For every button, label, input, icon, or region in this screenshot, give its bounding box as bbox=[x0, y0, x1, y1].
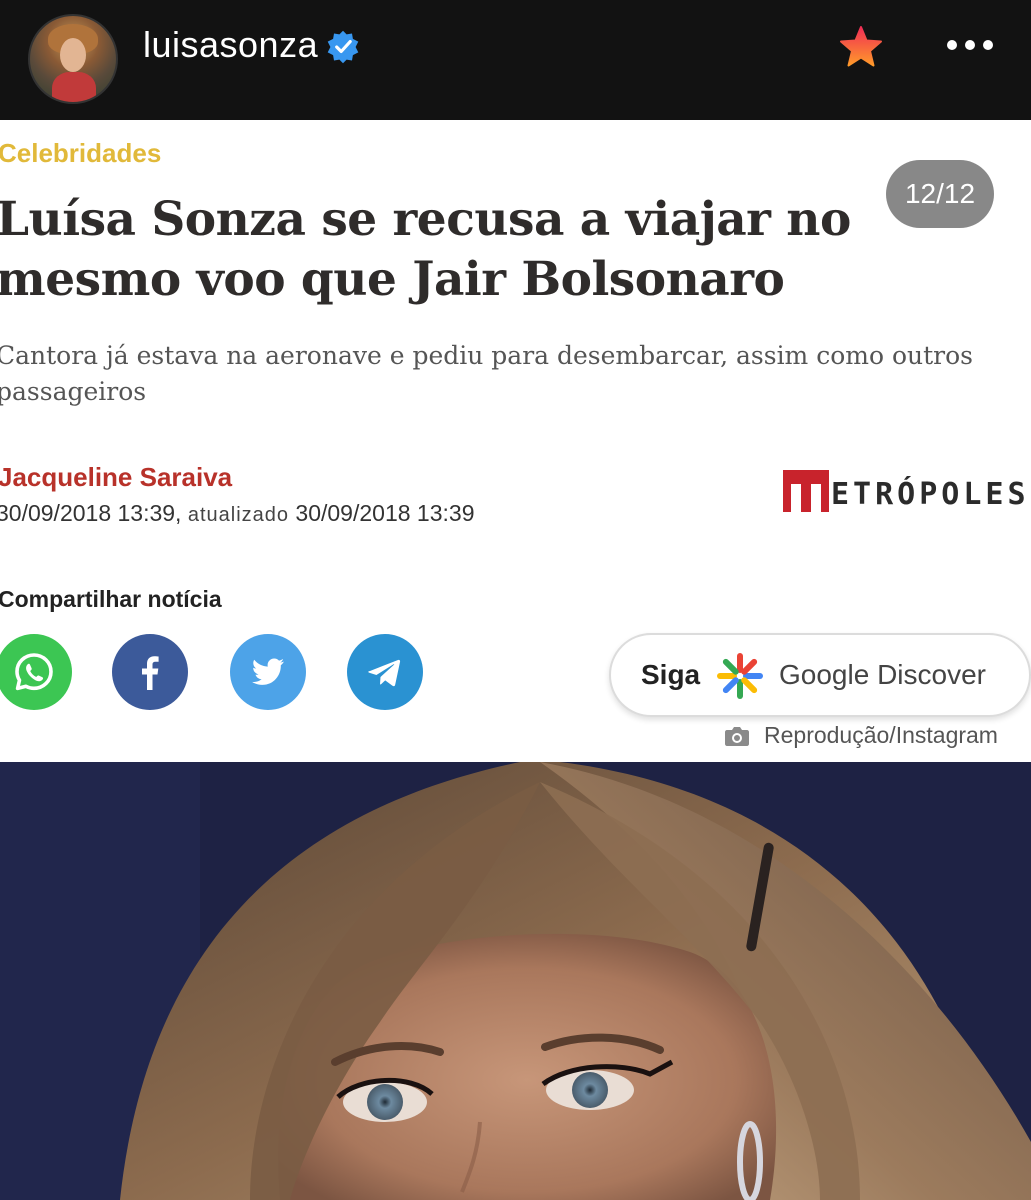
metropoles-wordmark: ETRÓPOLES bbox=[831, 477, 1030, 512]
article-author[interactable]: Jacqueline Saraiva bbox=[0, 462, 232, 493]
discover-follow-label: Siga bbox=[641, 659, 701, 690]
twitter-icon bbox=[252, 658, 284, 685]
google-discover-icon bbox=[717, 653, 763, 699]
article-headline: Luísa Sonza se recusa a viajar no mesmo … bbox=[0, 192, 851, 307]
article-dates: 30/09/2018 13:39, atualizado 30/09/2018 … bbox=[0, 500, 474, 527]
article-photo bbox=[0, 762, 1031, 1200]
share-whatsapp-button[interactable] bbox=[0, 634, 72, 710]
more-options-icon[interactable] bbox=[944, 30, 996, 60]
carousel-counter: 12/12 bbox=[886, 160, 994, 228]
whatsapp-icon bbox=[15, 653, 53, 691]
google-discover-follow-button[interactable]: Siga Google Discover bbox=[609, 633, 1031, 717]
instagram-post-header: luisasonza bbox=[0, 0, 1031, 120]
article-subtitle: Cantora já estava na aeronave e pediu pa… bbox=[0, 341, 974, 406]
profile-username[interactable]: luisasonza bbox=[143, 24, 318, 66]
verified-badge-icon bbox=[327, 30, 359, 64]
share-facebook-button[interactable] bbox=[112, 634, 188, 710]
updated-date: 30/09/2018 13:39 bbox=[295, 500, 475, 526]
avatar-body bbox=[52, 72, 96, 102]
metropoles-m-icon bbox=[783, 470, 829, 512]
telegram-icon bbox=[368, 659, 401, 687]
avatar-face bbox=[60, 38, 86, 72]
camera-icon bbox=[725, 726, 749, 746]
share-label: Compartilhar notícia bbox=[0, 586, 222, 612]
profile-avatar[interactable] bbox=[28, 14, 118, 104]
published-date: 30/09/2018 13:39, bbox=[0, 500, 182, 526]
article-category[interactable]: Celebridades bbox=[0, 138, 161, 169]
photo-credit: Reprodução/Instagram bbox=[724, 722, 998, 749]
updated-label: atualizado bbox=[187, 504, 290, 526]
share-twitter-button[interactable] bbox=[230, 634, 306, 710]
favorites-star-icon[interactable] bbox=[838, 24, 884, 70]
metropoles-logo: ETRÓPOLES bbox=[783, 468, 1030, 512]
photo-credit-text: Reprodução/Instagram bbox=[764, 722, 998, 748]
facebook-icon bbox=[142, 656, 159, 690]
discover-label: Google Discover bbox=[779, 659, 986, 690]
portrait-illustration bbox=[0, 762, 1031, 1200]
share-telegram-button[interactable] bbox=[347, 634, 423, 710]
